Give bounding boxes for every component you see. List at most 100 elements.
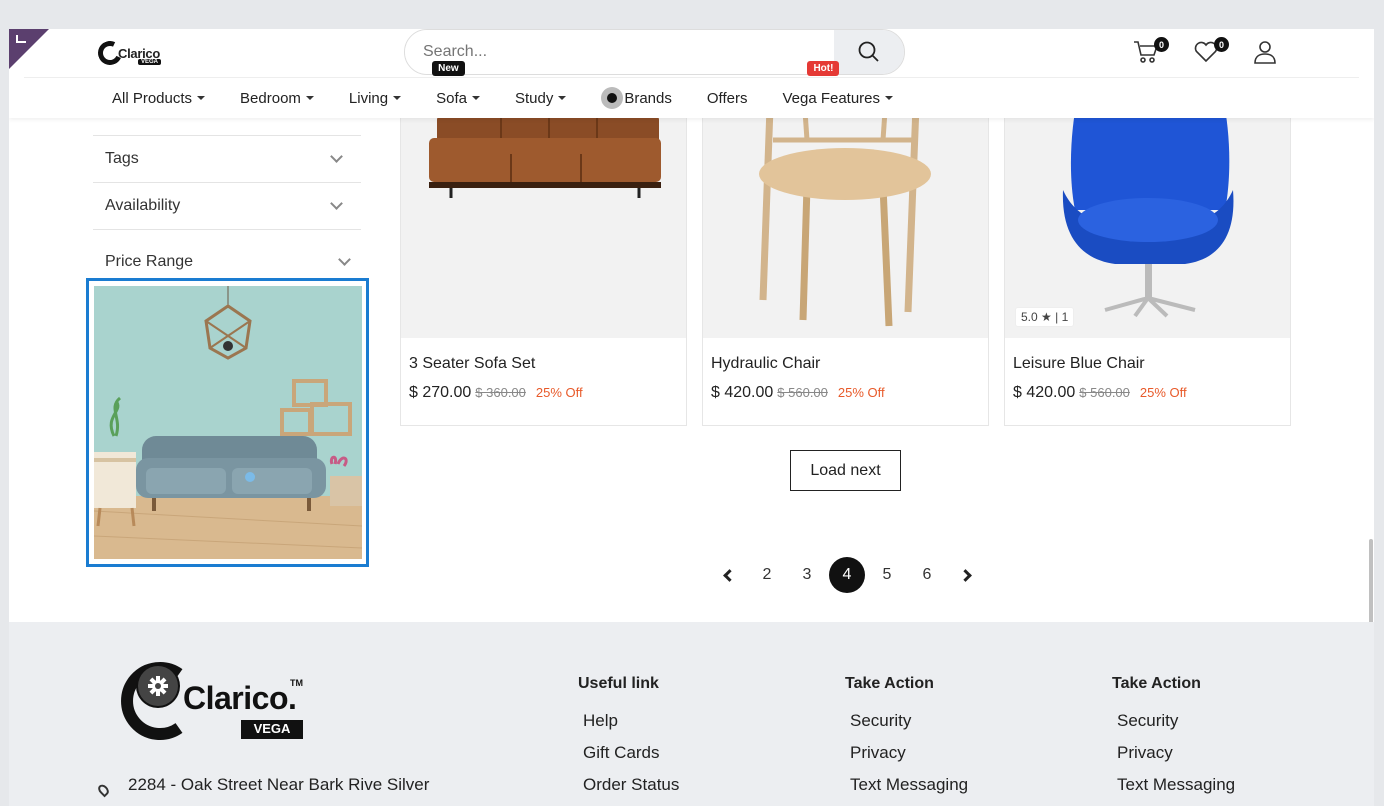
site-header: Clarico VEGA 0 0 All Products Bedroom Li… <box>9 29 1374 118</box>
site-logo[interactable]: Clarico VEGA <box>94 37 162 69</box>
caret-down-icon <box>393 96 402 100</box>
search-button[interactable] <box>834 30 904 74</box>
footer-link-help[interactable]: Help <box>583 711 618 731</box>
rating-badge: 5.0 ★ | 1 <box>1015 307 1075 327</box>
nav-label: Bedroom <box>240 89 301 107</box>
page-6[interactable]: 6 <box>909 557 945 593</box>
nav-living[interactable]: Living <box>348 89 402 107</box>
product-title[interactable]: Hydraulic Chair <box>711 355 820 373</box>
filter-label: Tags <box>105 150 139 167</box>
footer-logo-badge: VEGA <box>253 721 291 736</box>
nav-study[interactable]: Study <box>514 89 567 107</box>
brand-icon <box>601 87 624 109</box>
logo-badge: VEGA <box>138 59 162 65</box>
location-pin-icon <box>96 782 111 798</box>
product-card[interactable]: 5.0 ★ | 1 Leisure Blue Chair $ 420.00 $ … <box>1004 69 1291 426</box>
wishlist-button[interactable]: 0 <box>1193 37 1229 69</box>
editor-corner-badge[interactable] <box>9 29 49 69</box>
product-title[interactable]: 3 Seater Sofa Set <box>409 355 535 373</box>
page-5[interactable]: 5 <box>869 557 905 593</box>
chevron-down-icon <box>338 253 351 266</box>
nav-label: Study <box>514 89 554 107</box>
footer-address: 2284 - Oak Street Near Bark Rive Silver <box>128 775 430 794</box>
review-count: | 1 <box>1055 310 1069 324</box>
useful-link-heading: Useful link <box>578 675 659 692</box>
price: $ 420.00 <box>1013 384 1076 401</box>
take-action-heading: Take Action <box>1112 675 1201 692</box>
chevron-down-icon <box>330 197 343 210</box>
nav-bedroom[interactable]: Bedroom <box>240 90 314 107</box>
caret-down-icon <box>558 96 567 100</box>
filter-availability[interactable]: Availability <box>93 183 361 229</box>
nav-all-products[interactable]: All Products <box>112 89 206 107</box>
corner-icon <box>16 35 26 43</box>
pagination: 2 3 4 5 6 <box>709 557 989 593</box>
old-price: $ 360.00 <box>475 385 526 400</box>
footer-link-security[interactable]: Security <box>1117 711 1178 731</box>
footer-link-gift-cards[interactable]: Gift Cards <box>583 743 660 763</box>
account-button[interactable] <box>1252 39 1282 69</box>
nav-label: All Products <box>112 89 193 107</box>
chevron-right-icon <box>958 568 972 582</box>
nav-label: Brands <box>624 89 672 107</box>
search-input[interactable] <box>405 30 837 74</box>
user-icon <box>1254 41 1276 64</box>
wishlist-count: 0 <box>1214 37 1229 52</box>
chevron-left-icon <box>722 568 736 582</box>
discount-label: 25% Off <box>1139 385 1187 400</box>
star-icon: ★ <box>1041 310 1052 324</box>
nav-label: Vega Features <box>782 89 881 107</box>
cart-count: 0 <box>1154 37 1169 52</box>
site-footer: Clarico. TM VEGA 2284 - Oak Street Near … <box>9 622 1374 806</box>
header-divider <box>24 77 1359 78</box>
price: $ 420.00 <box>711 384 774 401</box>
logo-c-icon <box>94 37 126 69</box>
filter-divider <box>93 229 361 230</box>
nav-label: Living <box>348 89 389 107</box>
nav-sofa[interactable]: New Sofa <box>432 60 480 107</box>
footer-link-text-messaging[interactable]: Text Messaging <box>850 775 968 795</box>
nav-offers[interactable]: Offers <box>707 90 748 107</box>
footer-logo-tm: TM <box>290 678 303 688</box>
take-action-heading: Take Action <box>845 675 934 692</box>
discount-label: 25% Off <box>535 385 583 400</box>
product-card[interactable]: Hydraulic Chair $ 420.00 $ 560.00 25% Of… <box>702 69 989 426</box>
caret-down-icon <box>197 96 206 100</box>
load-next-button[interactable]: Load next <box>790 450 901 491</box>
price: $ 270.00 <box>409 384 472 401</box>
hot-tag: Hot! <box>807 60 840 76</box>
living-room-illustration <box>94 286 362 559</box>
nav-brands[interactable]: Brands <box>601 87 672 109</box>
footer-link-order-status[interactable]: Order Status <box>583 775 679 795</box>
page-3[interactable]: 3 <box>789 557 825 593</box>
prev-page-button[interactable] <box>709 557 745 593</box>
old-price: $ 560.00 <box>777 385 828 400</box>
filter-label: Availability <box>105 197 181 214</box>
filter-tags[interactable]: Tags <box>93 136 361 182</box>
new-tag: New <box>432 60 465 76</box>
promo-banner-selected[interactable] <box>86 278 369 567</box>
nav-label: Offers <box>706 89 748 107</box>
cart-button[interactable]: 0 <box>1133 37 1169 69</box>
page: Clarico VEGA 0 0 All Products Bedroom Li… <box>9 29 1374 806</box>
caret-down-icon <box>305 96 314 100</box>
main-nav: All Products Bedroom Living New Sofa Stud… <box>112 60 928 109</box>
product-card[interactable]: 3 Seater Sofa Set $ 270.00 $ 360.00 25% … <box>400 69 687 426</box>
discount-label: 25% Off <box>837 385 885 400</box>
product-price: $ 420.00 $ 560.00 25% Off <box>1013 384 1187 402</box>
nav-label: Sofa <box>436 89 467 107</box>
filter-label: Price Range <box>105 253 194 270</box>
next-page-button[interactable] <box>949 557 985 593</box>
footer-logo[interactable]: Clarico. TM VEGA <box>121 660 311 742</box>
footer-link-privacy[interactable]: Privacy <box>850 743 906 763</box>
footer-link-security[interactable]: Security <box>850 711 911 731</box>
chevron-down-icon <box>330 150 343 163</box>
product-title[interactable]: Leisure Blue Chair <box>1013 355 1145 373</box>
footer-link-privacy[interactable]: Privacy <box>1117 743 1173 763</box>
rating-value: 5.0 <box>1021 310 1038 324</box>
nav-vega-features[interactable]: Hot! Vega Features <box>782 60 894 107</box>
footer-link-text-messaging[interactable]: Text Messaging <box>1117 775 1235 795</box>
page-4-active[interactable]: 4 <box>829 557 865 593</box>
product-price: $ 270.00 $ 360.00 25% Off <box>409 384 583 402</box>
page-2[interactable]: 2 <box>749 557 785 593</box>
